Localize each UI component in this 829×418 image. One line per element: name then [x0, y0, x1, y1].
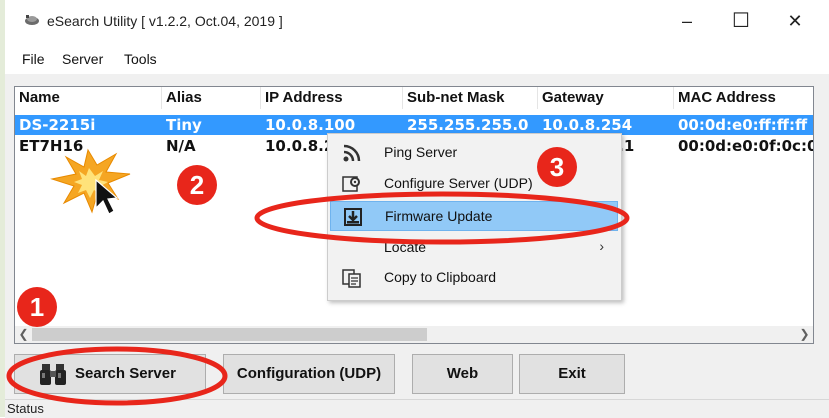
cell-alias: N/A — [166, 137, 196, 155]
status-bar: Status — [5, 399, 829, 418]
rss-icon — [343, 144, 361, 162]
exit-button[interactable]: Exit — [519, 354, 625, 394]
cell-alias: Tiny — [166, 116, 202, 134]
menu-server[interactable]: Server — [62, 51, 103, 67]
configuration-button[interactable]: Configuration (UDP) — [223, 354, 395, 394]
menu-tools[interactable]: Tools — [124, 51, 157, 67]
title-bar: eSearch Utility [ v1.2.2, Oct.04, 2019 ]… — [5, 0, 829, 42]
firmware-update-icon — [344, 208, 362, 226]
search-server-button[interactable]: Search Server — [14, 354, 206, 394]
column-subnet-mask[interactable]: Sub-net Mask — [403, 87, 538, 109]
column-alias[interactable]: Alias — [162, 87, 261, 109]
horizontal-scrollbar[interactable]: ❮ ❯ — [15, 326, 813, 343]
window-title: eSearch Utility [ v1.2.2, Oct.04, 2019 ] — [47, 13, 283, 29]
cell-mac: 00:0d:e0:0f:0c:04 — [678, 137, 814, 155]
context-menu: Ping Server Configure Server (UDP) Firmw… — [327, 133, 622, 301]
step-badge-1: 1 — [17, 287, 57, 327]
app-icon — [25, 15, 39, 25]
status-label: Status — [7, 401, 44, 416]
column-mac-address[interactable]: MAC Address — [674, 87, 813, 109]
scroll-left-icon[interactable]: ❮ — [15, 326, 32, 343]
column-name[interactable]: Name — [15, 87, 162, 109]
binoculars-icon — [40, 364, 66, 385]
submenu-arrow-icon: › — [599, 238, 604, 254]
menu-item-label: Ping Server — [384, 144, 458, 160]
scroll-right-icon[interactable]: ❯ — [796, 326, 813, 343]
minimize-button[interactable]: – — [667, 6, 707, 36]
web-button[interactable]: Web — [412, 354, 513, 394]
search-server-label: Search Server — [75, 365, 176, 382]
maximize-button[interactable]: ☐ — [721, 6, 761, 36]
cell-name: DS-2215i — [19, 116, 96, 134]
menu-bar: File Server Tools — [5, 42, 829, 74]
step-badge-3: 3 — [537, 147, 577, 187]
menu-item-label: Copy to Clipboard — [384, 269, 497, 285]
menu-item-label: Configure Server (UDP) — [384, 175, 533, 191]
settings-icon — [342, 176, 360, 192]
menu-item-label: Firmware Update — [385, 208, 493, 224]
cell-mac: 00:0d:e0:ff:ff:ff — [678, 116, 808, 134]
menu-item-label: Locate — [384, 239, 427, 255]
column-ip-address[interactable]: IP Address — [261, 87, 403, 109]
cell-subnet: 255.255.255.0 — [407, 116, 529, 134]
scroll-thumb[interactable] — [32, 328, 427, 341]
table-row[interactable]: DS-2215i Tiny 10.0.8.100 255.255.255.0 1… — [15, 115, 813, 135]
cell-gateway: 10.0.8.254 — [542, 116, 633, 134]
separator — [5, 74, 829, 83]
column-gateway[interactable]: Gateway — [538, 87, 674, 109]
cell-name: ET7H16 — [19, 137, 84, 155]
menu-item-copy-to-clipboard[interactable]: Copy to Clipboard — [330, 263, 618, 293]
cell-ip: 10.0.8.100 — [265, 116, 356, 134]
cell-ip: 10.0.8.2 — [265, 137, 335, 155]
close-button[interactable]: ✕ — [775, 6, 815, 36]
step-badge-2: 2 — [177, 165, 217, 205]
menu-item-locate[interactable]: Locate › — [330, 233, 618, 263]
menu-item-firmware-update[interactable]: Firmware Update — [330, 201, 618, 231]
clipboard-icon — [342, 269, 361, 288]
menu-file[interactable]: File — [22, 51, 45, 67]
